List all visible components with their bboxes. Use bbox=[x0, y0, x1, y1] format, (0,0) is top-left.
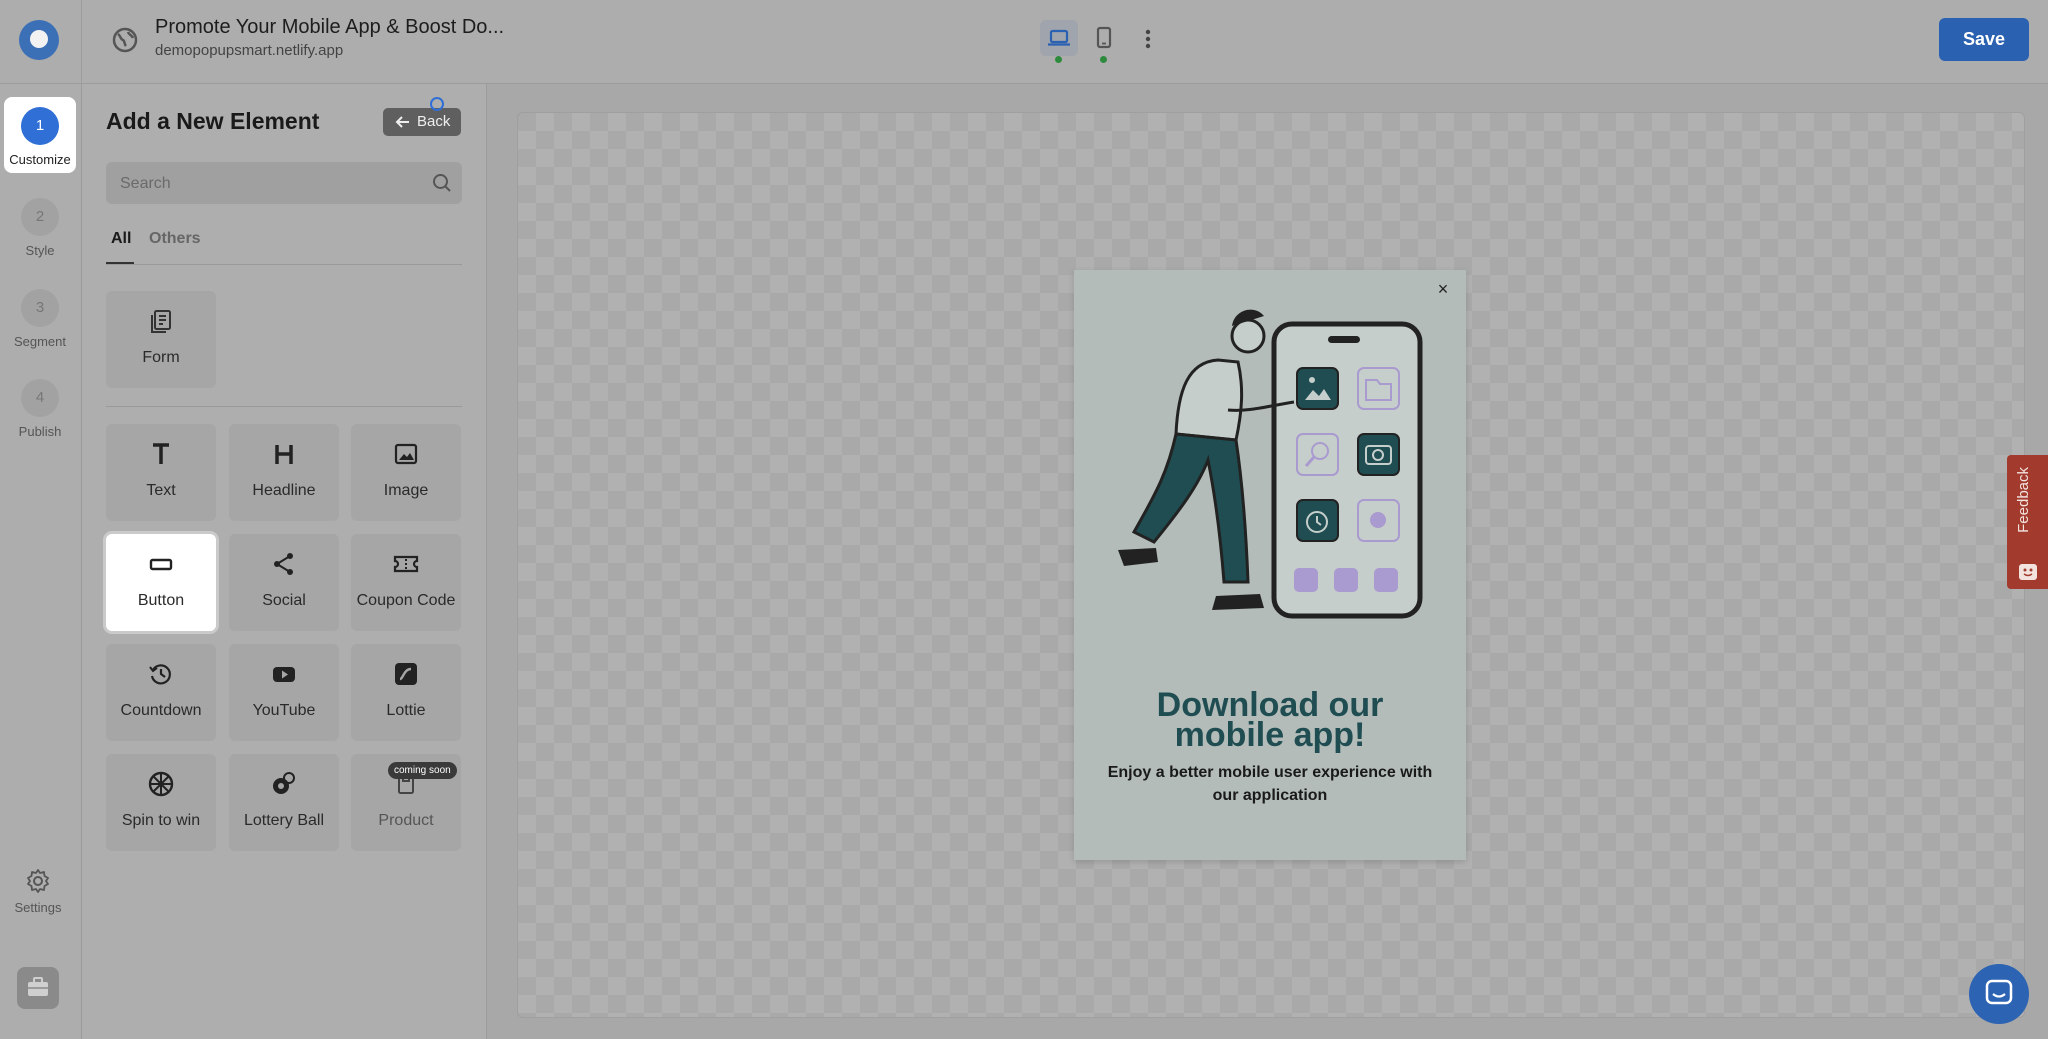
step-segment[interactable]: 3 Segment bbox=[4, 279, 76, 355]
popup-subtext: Enjoy a better mobile user experience wi… bbox=[1098, 761, 1442, 807]
feedback-tab[interactable]: Feedback bbox=[2007, 455, 2048, 589]
step-publish[interactable]: 4 Publish bbox=[4, 369, 76, 445]
tile-label: YouTube bbox=[252, 702, 316, 719]
headline-line: mobile app! bbox=[1174, 716, 1366, 754]
lottie-icon bbox=[395, 663, 417, 685]
tab-others[interactable]: Others bbox=[149, 230, 201, 248]
search-box bbox=[106, 162, 462, 206]
step-number: 3 bbox=[21, 289, 59, 327]
element-tile-spin-to-win[interactable]: Spin to win bbox=[106, 754, 216, 851]
text-icon bbox=[153, 443, 169, 464]
element-tile-text[interactable]: Text bbox=[106, 424, 216, 521]
coming-soon-badge: coming soon bbox=[388, 762, 457, 779]
settings-button[interactable]: Settings bbox=[8, 864, 68, 922]
tile-label: Image bbox=[383, 482, 429, 499]
element-tile-lottery-ball[interactable]: Lottery Ball bbox=[229, 754, 339, 851]
form-icon bbox=[151, 310, 171, 333]
tile-label: Spin to win bbox=[121, 812, 201, 829]
headline-icon bbox=[275, 445, 293, 464]
coupon-icon bbox=[393, 555, 419, 573]
wheel-icon bbox=[148, 771, 174, 797]
step-number: 2 bbox=[21, 198, 59, 236]
desktop-view-button[interactable] bbox=[1040, 20, 1078, 63]
back-button[interactable]: Back bbox=[383, 108, 461, 136]
element-tile-lottie[interactable]: Lottie bbox=[351, 644, 461, 741]
chat-button[interactable] bbox=[1969, 964, 2029, 1024]
history-icon bbox=[149, 664, 171, 685]
active-dot bbox=[1100, 56, 1107, 63]
more-options-icon[interactable] bbox=[1136, 24, 1160, 54]
image-icon bbox=[394, 443, 418, 465]
back-label: Back bbox=[417, 113, 451, 130]
button-icon bbox=[149, 558, 173, 571]
section-divider bbox=[106, 406, 462, 407]
tile-label: Coupon Code bbox=[356, 592, 456, 609]
save-button[interactable]: Save bbox=[1939, 18, 2029, 61]
step-label: Customize bbox=[9, 152, 71, 167]
briefcase-button[interactable] bbox=[17, 967, 59, 1009]
step-style[interactable]: 2 Style bbox=[4, 188, 76, 264]
divider bbox=[81, 0, 82, 83]
element-tile-youtube[interactable]: YouTube bbox=[229, 644, 339, 741]
share-icon bbox=[274, 553, 293, 575]
tile-label: Social bbox=[262, 592, 306, 609]
step-label: Publish bbox=[18, 424, 62, 439]
campaign-domain: demopopupsmart.netlify.app bbox=[155, 42, 344, 59]
mobile-view-button[interactable] bbox=[1086, 20, 1122, 63]
popup-close-button[interactable]: × bbox=[1434, 280, 1452, 298]
tile-label: Countdown bbox=[120, 702, 202, 719]
feedback-label: Feedback bbox=[2015, 467, 2032, 533]
element-tile-headline[interactable]: Headline bbox=[229, 424, 339, 521]
tab-all[interactable]: All bbox=[111, 230, 131, 248]
subtext-line: Enjoy a better mobile user experience wi… bbox=[1107, 764, 1433, 781]
campaign-title: Promote Your Mobile App & Boost Do... bbox=[155, 16, 505, 38]
tile-label: Form bbox=[142, 349, 180, 366]
active-dot bbox=[1055, 56, 1062, 63]
subtext-line: our application bbox=[1212, 787, 1328, 804]
search-input[interactable] bbox=[118, 162, 422, 206]
lottery-ball-icon bbox=[273, 772, 295, 794]
desktop-icon bbox=[1048, 29, 1070, 46]
panel-title: Add a New Element bbox=[106, 108, 320, 134]
tile-label: Button bbox=[137, 592, 185, 609]
element-tile-social[interactable]: Social bbox=[229, 534, 339, 631]
step-label: Style bbox=[25, 243, 55, 258]
briefcase-icon bbox=[28, 977, 48, 996]
feedback-face-icon bbox=[2019, 564, 2037, 580]
settings-label: Settings bbox=[14, 900, 62, 915]
mobile-icon bbox=[1096, 26, 1112, 49]
step-customize[interactable]: 1 Customize bbox=[4, 97, 76, 173]
globe-icon bbox=[112, 27, 138, 53]
popup-headline: Download our mobile app! bbox=[1074, 688, 1466, 754]
tile-label: Headline bbox=[252, 482, 316, 499]
notification-dot bbox=[430, 97, 444, 111]
step-label: Segment bbox=[13, 334, 67, 349]
step-number: 1 bbox=[21, 107, 59, 145]
arrow-left-icon bbox=[395, 116, 409, 128]
element-tile-button[interactable]: Button bbox=[106, 534, 216, 631]
tile-label: Product bbox=[378, 812, 434, 829]
app-logo[interactable] bbox=[19, 20, 59, 60]
gear-icon bbox=[27, 869, 49, 893]
tabs-divider bbox=[106, 264, 462, 265]
tile-label: Lottie bbox=[386, 702, 426, 719]
active-tab-indicator bbox=[106, 262, 134, 264]
person-with-phone-illustration bbox=[1118, 309, 1423, 619]
search-icon[interactable] bbox=[432, 173, 452, 193]
chat-icon bbox=[1985, 979, 2013, 1005]
tile-label: Lottery Ball bbox=[243, 812, 325, 829]
step-number: 4 bbox=[21, 379, 59, 417]
element-tile-countdown[interactable]: Countdown bbox=[106, 644, 216, 741]
element-tile-image[interactable]: Image bbox=[351, 424, 461, 521]
element-tile-coupon-code[interactable]: Coupon Code bbox=[351, 534, 461, 631]
youtube-icon bbox=[273, 667, 295, 682]
element-tile-form[interactable]: Form bbox=[106, 291, 216, 388]
tile-label: Text bbox=[146, 482, 176, 499]
